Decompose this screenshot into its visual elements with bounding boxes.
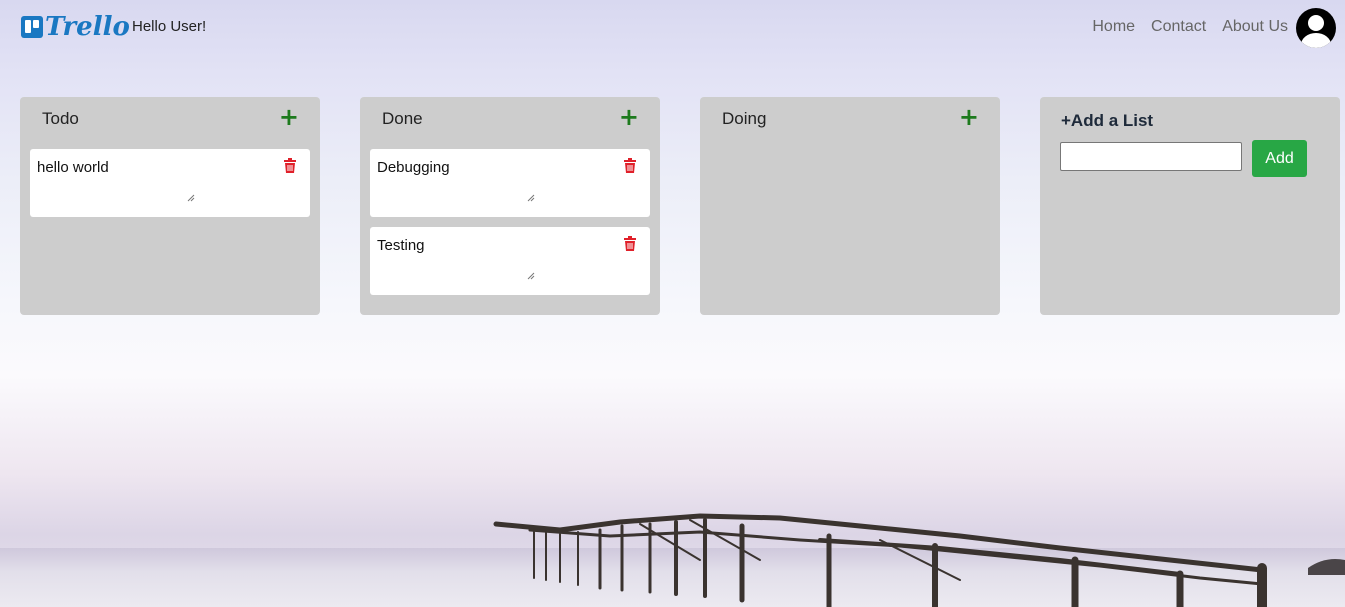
greeting-text: Hello User!	[132, 18, 207, 35]
trash-icon[interactable]	[624, 158, 636, 173]
resize-handle-icon[interactable]	[527, 272, 535, 280]
resize-handle-icon[interactable]	[527, 194, 535, 202]
trash-icon[interactable]	[624, 236, 636, 251]
trash-icon[interactable]	[284, 158, 296, 173]
add-card-button[interactable]: +	[279, 105, 299, 129]
avatar-head	[1308, 15, 1324, 31]
user-avatar-icon[interactable]	[1296, 8, 1336, 48]
add-card-button[interactable]: +	[959, 105, 979, 129]
brand-name: Trello	[45, 12, 130, 42]
card[interactable]: hello world	[30, 149, 310, 217]
add-list-button[interactable]: Add	[1252, 140, 1307, 177]
background-sea	[0, 548, 1345, 607]
add-list-panel: +Add a List Add	[1040, 97, 1340, 315]
list-title: Done	[382, 109, 423, 128]
list-title: Doing	[722, 109, 767, 128]
list-todo: Todo + hello world	[20, 97, 320, 315]
card[interactable]: Debugging	[370, 149, 650, 217]
nav-links: Home Contact About Us	[1092, 18, 1288, 36]
avatar-body	[1301, 33, 1331, 48]
card-text[interactable]: Testing	[377, 237, 425, 254]
card-text[interactable]: Debugging	[377, 159, 450, 176]
trello-board-icon	[21, 16, 43, 38]
resize-handle-icon[interactable]	[187, 194, 195, 202]
card-text[interactable]: hello world	[37, 159, 109, 176]
add-card-button[interactable]: +	[619, 105, 639, 129]
nav-link-contact[interactable]: Contact	[1151, 18, 1206, 36]
card[interactable]: Testing	[370, 227, 650, 295]
list-title: Todo	[42, 109, 79, 128]
nav-link-about-us[interactable]: About Us	[1222, 18, 1288, 36]
trello-logo[interactable]: Trello	[21, 12, 130, 42]
list-done: Done + Debugging Testing	[360, 97, 660, 315]
navbar: Trello Hello User! Home Contact About Us	[0, 0, 1345, 56]
add-list-title: +Add a List	[1061, 111, 1154, 130]
list-doing: Doing +	[700, 97, 1000, 315]
nav-link-home[interactable]: Home	[1092, 18, 1135, 36]
new-list-name-input[interactable]	[1060, 142, 1242, 171]
